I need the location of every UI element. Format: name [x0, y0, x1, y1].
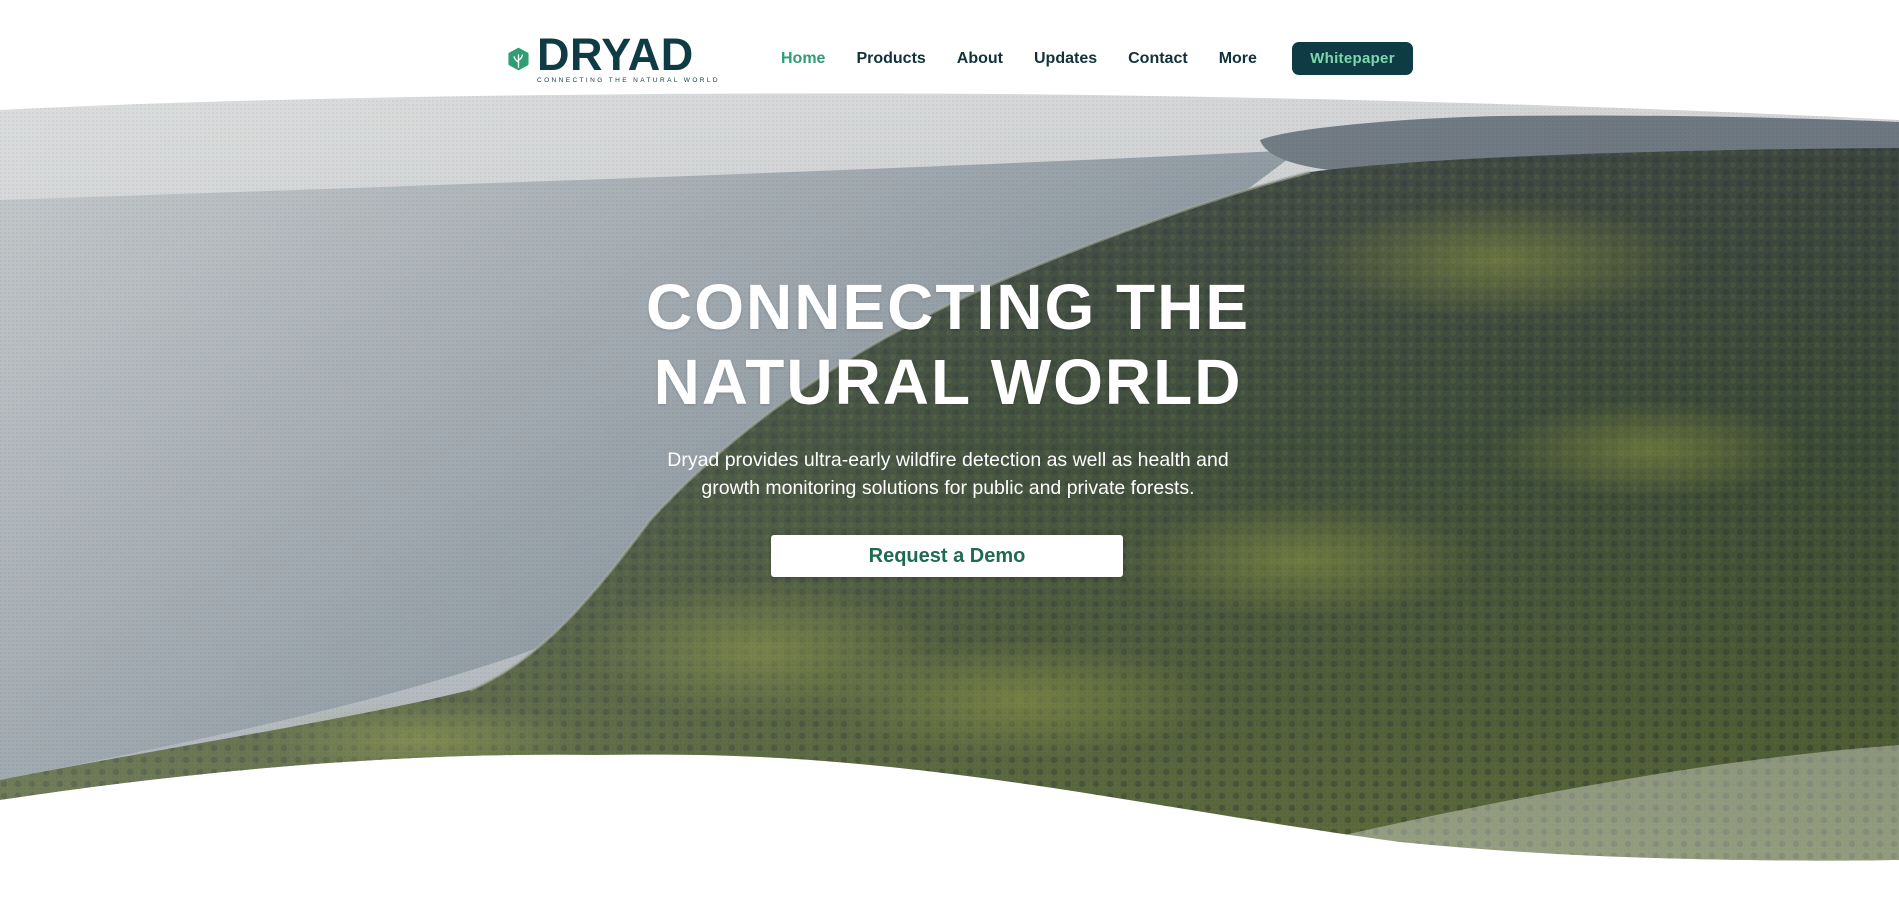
hero-title-line-1: CONNECTING THE — [646, 271, 1250, 343]
hero-subtitle: Dryad provides ultra-early wildfire dete… — [630, 446, 1266, 502]
nav-item-updates[interactable]: Updates — [1034, 50, 1097, 68]
nav-item-home[interactable]: Home — [781, 50, 825, 68]
brand-tagline: CONNECTING THE NATURAL WORLD — [536, 76, 720, 84]
nav-item-about[interactable]: About — [957, 50, 1003, 68]
nav-item-more[interactable]: More — [1219, 50, 1257, 68]
tree-hexagon-icon — [508, 47, 529, 71]
nav-item-products[interactable]: Products — [856, 50, 925, 68]
hero-title: CONNECTING THE NATURAL WORLD — [550, 270, 1346, 420]
page: DRYAD CONNECTING THE NATURAL WORLD Home … — [0, 0, 1899, 902]
hero-content: CONNECTING THE NATURAL WORLD Dryad provi… — [0, 0, 1899, 902]
hero-title-line-2: NATURAL WORLD — [653, 346, 1243, 418]
nav-item-contact[interactable]: Contact — [1128, 50, 1188, 68]
hero-subtitle-line-1: Dryad provides ultra-early wildfire dete… — [667, 449, 1229, 471]
brand-wordmark: DRYAD CONNECTING THE NATURAL WORLD — [536, 28, 720, 84]
main-nav: Home Products About Updates Contact More — [781, 47, 1288, 71]
whitepaper-button[interactable]: Whitepaper — [1292, 42, 1413, 75]
request-demo-button[interactable]: Request a Demo — [771, 535, 1123, 577]
site-header: DRYAD CONNECTING THE NATURAL WORLD Home … — [0, 0, 1899, 110]
brand-logo[interactable]: DRYAD CONNECTING THE NATURAL WORLD — [508, 32, 720, 86]
hero-subtitle-line-2: growth monitoring solutions for public a… — [701, 477, 1195, 499]
brand-name: DRYAD — [536, 28, 694, 80]
